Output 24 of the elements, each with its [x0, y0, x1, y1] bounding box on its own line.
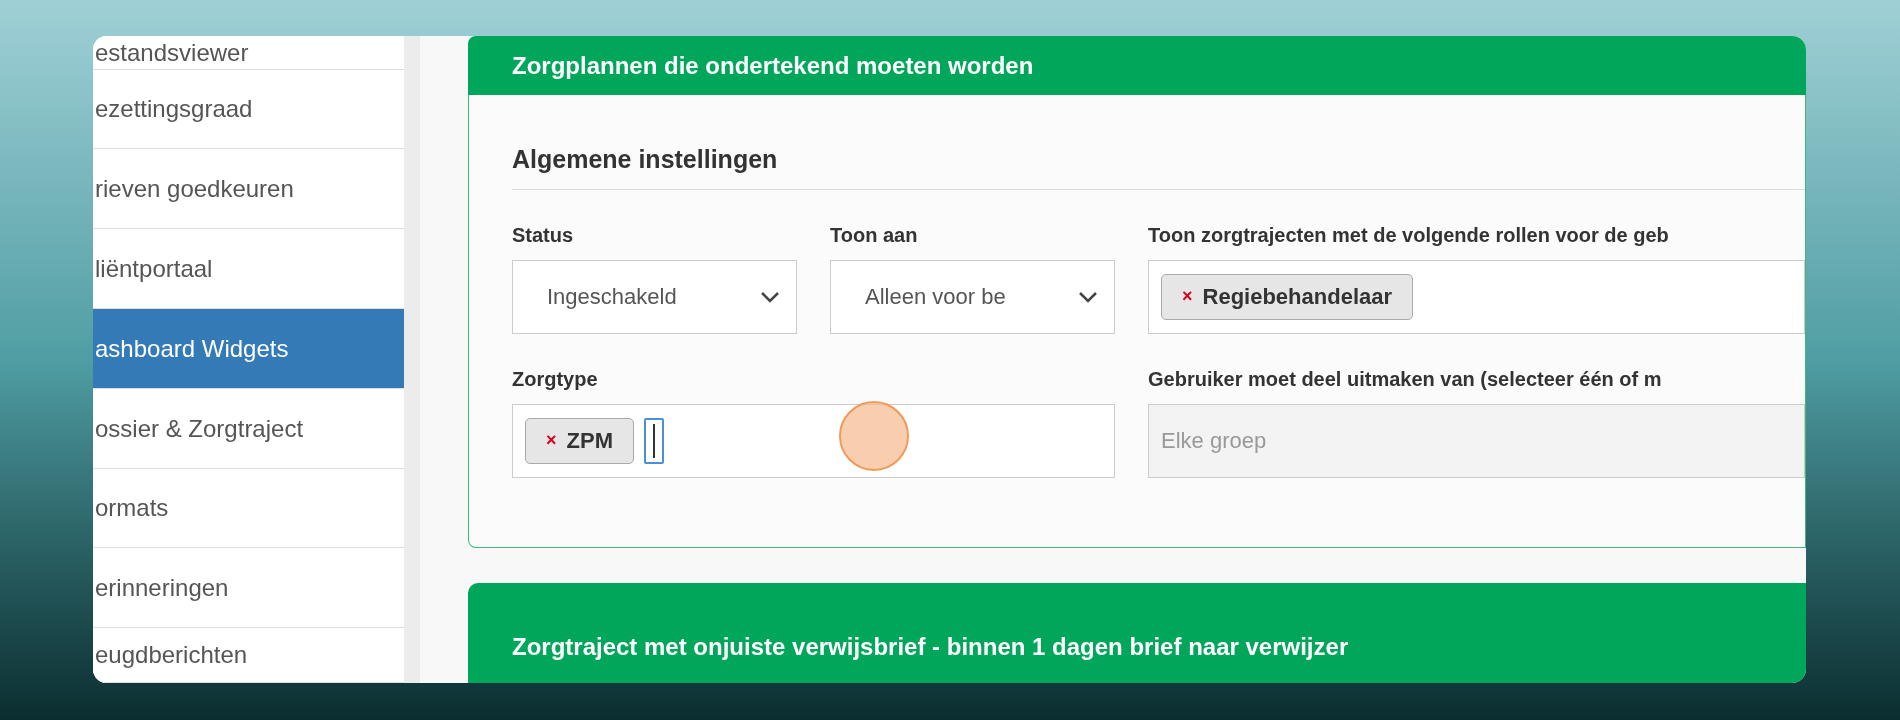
section-heading: Algemene instellingen: [512, 141, 1805, 190]
remove-icon[interactable]: ×: [546, 427, 557, 454]
field-label: Status: [512, 222, 575, 248]
text-cursor: [643, 417, 664, 464]
sidebar-item[interactable]: ashboard Widgets: [93, 309, 404, 389]
placeholder-text: Elke groep: [1161, 427, 1267, 455]
select-value: Alleen voor be: [865, 283, 1006, 311]
select-dropdown[interactable]: Ingeschakeld: [512, 259, 797, 334]
remove-icon[interactable]: ×: [1182, 283, 1193, 310]
field-label: Toon zorgtrajecten met de volgende rollen voor de geb: [1148, 222, 1670, 248]
chevron-down-icon: [1078, 290, 1098, 303]
tag-chip: × Regiebehandelaar: [1161, 273, 1414, 320]
tag-input-field[interactable]: × ZPM: [512, 403, 1115, 478]
tag-input-field[interactable]: × Regiebehandelaar: [1148, 259, 1805, 334]
select-value: Ingeschakeld: [547, 283, 677, 311]
field-label: Toon aan: [830, 222, 919, 248]
panel-header: Zorgplannen die ondertekend moeten worden: [468, 36, 1806, 95]
field-label: Zorgtype: [512, 366, 599, 392]
select-dropdown[interactable]: Alleen voor be: [830, 259, 1115, 334]
chevron-down-icon: [760, 290, 780, 303]
field-label: Gebruiker moet deel uitmaken van (selecteer één of m: [1148, 366, 1663, 392]
sidebar-item[interactable]: estandsviewer: [93, 36, 404, 70]
panel-header: Zorgtraject met onjuiste verwijsbrief - binnen 1 dagen brief naar verwijzer: [468, 583, 1806, 683]
tag-chip: × ZPM: [525, 417, 634, 464]
